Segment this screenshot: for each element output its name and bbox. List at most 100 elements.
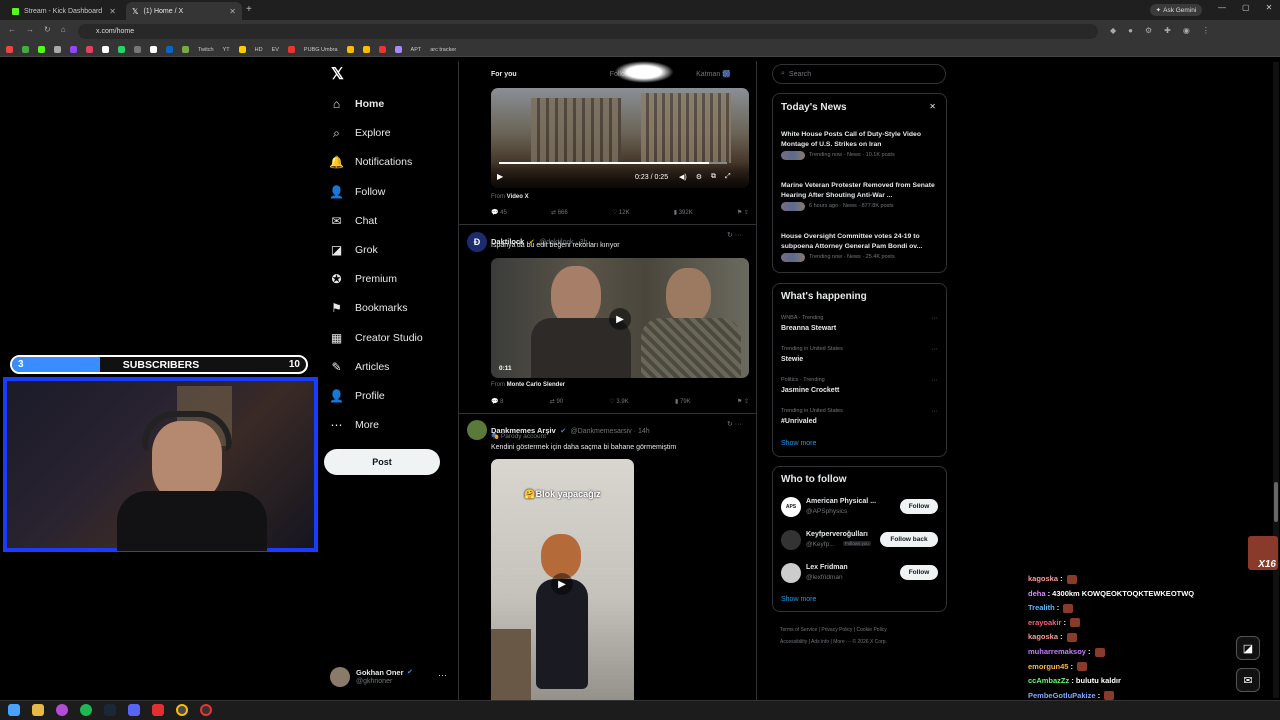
avatar[interactable]: APS — [781, 497, 801, 517]
extension-icon[interactable]: ◆ — [1110, 26, 1116, 35]
obs-icon[interactable] — [200, 704, 212, 716]
video-progress[interactable] — [499, 162, 727, 164]
more-icon[interactable]: ··· — [931, 315, 938, 322]
grok-tweet-icon[interactable]: ↻ ··· — [727, 231, 742, 239]
follow-button[interactable]: Follow — [900, 499, 938, 514]
like-button[interactable]: ♡ 3.9K — [609, 398, 628, 405]
profile-browser-icon[interactable]: ◉ — [1183, 26, 1190, 35]
more-icon[interactable]: ··· — [438, 670, 447, 680]
nav-item-articles[interactable]: ✎ Articles — [330, 357, 389, 377]
nav-item-grok[interactable]: ◪ Grok — [330, 240, 378, 260]
avatar[interactable] — [781, 530, 801, 550]
bookmark-hd[interactable]: HD — [255, 47, 263, 53]
messages-floating-icon[interactable]: ✉ — [1236, 668, 1260, 692]
play-icon[interactable]: ▶ — [497, 172, 503, 181]
app-icon[interactable] — [152, 704, 164, 716]
url-input[interactable]: x.com/home — [78, 24, 1098, 39]
bookmark-ev[interactable]: EV — [272, 47, 279, 53]
scrollbar-thumb[interactable] — [1274, 482, 1278, 522]
play-icon[interactable]: ▶ — [609, 308, 631, 330]
chat-username[interactable]: erayoakir — [1028, 618, 1061, 627]
settings-icon[interactable]: ⚙ — [696, 173, 702, 181]
back-icon[interactable]: ← — [8, 25, 16, 34]
reply-button[interactable]: 💬 8 — [491, 398, 503, 405]
volume-icon[interactable]: ◀) — [679, 173, 687, 181]
show-more-link[interactable]: Show more — [781, 596, 816, 603]
views-button[interactable]: ▮ 392K — [674, 209, 693, 216]
menu-icon[interactable]: ⋮ — [1202, 26, 1210, 35]
more-icon[interactable]: ··· — [931, 346, 938, 353]
close-icon[interactable]: ✕ — [929, 102, 936, 111]
trend-name[interactable]: Stewie — [781, 356, 803, 363]
reply-button[interactable]: 💬 45 — [491, 209, 507, 216]
chat-username[interactable]: PembeGotluPakize — [1028, 691, 1096, 700]
source-name[interactable]: Monte Carlo Slender — [507, 382, 565, 388]
repost-button[interactable]: ⇄ 90 — [550, 398, 563, 405]
extension-icon[interactable]: ⚙ — [1145, 26, 1152, 35]
minimize-icon[interactable]: — — [1218, 3, 1226, 12]
nav-item-home[interactable]: ⌂ Home — [330, 94, 384, 114]
post-button[interactable]: Post — [324, 449, 440, 475]
footer-link[interactable]: More ··· — [833, 639, 851, 645]
repost-button[interactable]: ⇄ 666 — [551, 209, 568, 216]
avatar[interactable] — [467, 420, 487, 440]
nav-item-follow[interactable]: 👤 Follow — [329, 182, 385, 202]
steam-icon[interactable] — [104, 704, 116, 716]
follow-button[interactable]: Follow — [900, 565, 938, 580]
news-headline[interactable]: Marine Veteran Protester Removed from Se… — [781, 181, 941, 201]
forward-icon[interactable]: → — [26, 25, 34, 34]
fullscreen-icon[interactable]: ⤢ — [725, 173, 731, 181]
trend-name[interactable]: Breanna Stewart — [781, 325, 836, 332]
x-logo-icon[interactable]: 𝕏 — [331, 64, 344, 84]
reload-icon[interactable]: ↻ — [44, 25, 51, 34]
tab-kick-dashboard[interactable]: Stream - Kick Dashboard ✕ — [6, 2, 122, 20]
close-icon[interactable]: ✕ — [229, 7, 236, 16]
discord-icon[interactable] — [128, 704, 140, 716]
home-browser-icon[interactable]: ⌂ — [61, 25, 66, 34]
author-handle[interactable]: @Dankmemesarsiv · 14h — [571, 428, 650, 435]
nav-item-explore[interactable]: ⌕ Explore — [330, 123, 390, 143]
bookmark-yt[interactable]: YT — [223, 47, 230, 53]
chat-username[interactable]: muharremaksoy — [1028, 647, 1086, 656]
tweet-video[interactable]: ▶ 0:11 — [491, 258, 749, 378]
account-switcher[interactable]: Gokhan Oner ✔ @gkhnoner ··· — [330, 667, 450, 689]
chat-username[interactable]: deha — [1028, 589, 1046, 598]
chat-username[interactable]: ccAmbazZz — [1028, 676, 1069, 685]
chat-username[interactable]: kagoska — [1028, 632, 1058, 641]
news-headline[interactable]: House Oversight Committee votes 24-19 to… — [781, 232, 941, 252]
suggested-name[interactable]: American Physical ... — [806, 498, 876, 505]
bookmark-arc-tracker[interactable]: arc tracker — [430, 47, 456, 53]
close-window-icon[interactable]: ✕ — [1266, 3, 1273, 12]
nav-item-premium[interactable]: ✪ Premium — [330, 269, 397, 289]
footer-link[interactable]: Privacy Policy — [821, 627, 852, 633]
follow-button[interactable]: Follow back — [880, 532, 938, 547]
file-explorer-icon[interactable] — [32, 704, 44, 716]
ask-gemini-button[interactable]: ✦ Ask Gemini — [1150, 4, 1202, 16]
more-icon[interactable]: ··· — [931, 377, 938, 384]
suggested-name[interactable]: Lex Fridman — [806, 564, 848, 571]
bookmark-pubg[interactable]: PUBG Umbra — [304, 47, 338, 53]
grok-floating-icon[interactable]: ◪ — [1236, 636, 1260, 660]
tab-x-home[interactable]: 𝕏 (1) Home / X ✕ — [126, 2, 242, 20]
news-headline[interactable]: White House Posts Call of Duty-Style Vid… — [781, 130, 941, 150]
chat-username[interactable]: kagoska — [1028, 574, 1058, 583]
search-input[interactable]: ⌕ Search — [772, 64, 946, 84]
grok-tweet-icon[interactable]: ↻ ··· — [727, 420, 742, 428]
avatar[interactable] — [781, 563, 801, 583]
tab-katman[interactable]: Katman 🎆 — [669, 70, 756, 78]
views-button[interactable]: ▮ 79K — [675, 398, 691, 405]
windows-start-icon[interactable] — [8, 704, 20, 716]
trend-name[interactable]: #Unrivaled — [781, 418, 817, 425]
new-tab-button[interactable]: + — [246, 4, 252, 15]
footer-link[interactable]: Cookie Policy — [857, 627, 887, 633]
nav-item-chat[interactable]: ✉ Chat — [330, 211, 377, 231]
tab-for-you[interactable]: For you — [459, 71, 580, 78]
extension-icon[interactable]: ● — [1128, 26, 1133, 35]
nav-item-more[interactable]: ⋯ More — [330, 415, 379, 435]
nav-item-profile[interactable]: 👤 Profile — [329, 386, 385, 406]
spotify-icon[interactable] — [80, 704, 92, 716]
tweet-video[interactable]: 🤗Blok yapacağız ▶ — [491, 459, 634, 711]
footer-link[interactable]: Accessibility — [780, 639, 807, 645]
scrollbar[interactable] — [1273, 62, 1279, 698]
footer-link[interactable]: Terms of Service — [780, 627, 817, 633]
